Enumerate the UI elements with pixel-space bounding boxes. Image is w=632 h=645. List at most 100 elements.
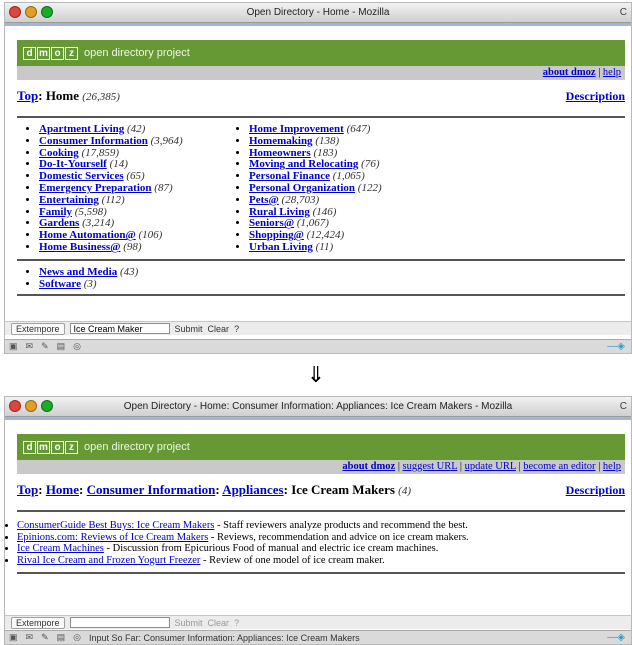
site-item: Ice Cream Machines - Discussion from Epi… xyxy=(17,543,625,555)
category-count: (106) xyxy=(138,229,163,242)
category-link[interactable]: Software xyxy=(39,278,81,290)
category-link[interactable]: Moving and Relocating xyxy=(249,158,358,170)
status-irc-icon[interactable]: ◎ xyxy=(73,341,81,352)
update-url-link[interactable]: update URL xyxy=(465,461,516,472)
breadcrumb-top-link[interactable]: Top xyxy=(17,482,38,497)
site-list-box: ConsumerGuide Best Buys: Ice Cream Maker… xyxy=(17,510,625,574)
category-link[interactable]: Homeowners xyxy=(249,147,311,159)
category-count: (65) xyxy=(126,170,145,183)
category-link[interactable]: Urban Living xyxy=(249,241,313,253)
extempore-input[interactable] xyxy=(69,617,170,628)
category-count: (146) xyxy=(312,205,337,218)
category-count: (647) xyxy=(346,123,371,135)
category-link[interactable]: Homemaking xyxy=(249,135,313,147)
site-count: (26,385) xyxy=(82,91,120,103)
status-nav-icon[interactable]: ▣ xyxy=(9,341,18,352)
category-list-left: Apartment Living (42) Consumer Informati… xyxy=(17,123,227,254)
category-count: (1,065) xyxy=(332,170,365,183)
category-link[interactable]: Home Business@ xyxy=(39,241,120,253)
browser-window-home: Open Directory - Home - Mozilla C d m o … xyxy=(4,2,632,354)
link-separator: | xyxy=(595,461,603,472)
site-link[interactable]: Epinions.com: Reviews of Ice Cream Maker… xyxy=(17,532,208,543)
title-bar[interactable]: Open Directory - Home - Mozilla C xyxy=(5,3,631,23)
category-count: (12,424) xyxy=(306,229,345,242)
toolbar-toggle[interactable]: C xyxy=(620,401,627,412)
category-link[interactable]: Emergency Preparation xyxy=(39,182,152,194)
category-link[interactable]: Rural Living xyxy=(249,206,310,218)
category-link[interactable]: Family xyxy=(39,206,72,218)
category-link[interactable]: Cooking xyxy=(39,147,79,159)
description-link[interactable]: Description xyxy=(566,89,625,104)
clear-button[interactable]: Clear xyxy=(208,324,230,334)
breadcrumb-consumer-link[interactable]: Consumer Information xyxy=(87,482,216,497)
category-link[interactable]: Entertaining xyxy=(39,194,99,206)
category-link[interactable]: News and Media xyxy=(39,266,117,278)
about-dmoz-link[interactable]: about dmoz xyxy=(342,461,395,472)
category-link[interactable]: Shopping@ xyxy=(249,229,304,241)
submit-button[interactable]: Submit xyxy=(175,618,203,628)
category-link[interactable]: Home Automation@ xyxy=(39,229,136,241)
extempore-label: Extempore xyxy=(11,616,65,629)
logo-letter: m xyxy=(37,46,50,60)
status-irc-icon[interactable]: ◎ xyxy=(73,632,81,643)
description-link[interactable]: Description xyxy=(566,483,625,498)
breadcrumb-separator: : xyxy=(38,88,46,103)
category-link[interactable]: Apartment Living xyxy=(39,123,124,135)
toolbar-toggle[interactable]: C xyxy=(620,7,627,18)
category-count: (87) xyxy=(154,181,173,194)
status-nav-icon[interactable]: ▣ xyxy=(9,632,18,643)
status-address-icon[interactable]: ▤ xyxy=(57,632,66,643)
category-link[interactable]: Home Improvement xyxy=(249,123,344,135)
breadcrumb-home-link[interactable]: Home xyxy=(46,482,79,497)
category-link[interactable]: Pets@ xyxy=(249,194,279,206)
category-count: (112) xyxy=(101,193,125,206)
category-link[interactable]: Do-It-Yourself xyxy=(39,158,107,170)
category-link[interactable]: Seniors@ xyxy=(249,217,294,229)
category-count: (11) xyxy=(315,240,334,253)
title-bar[interactable]: Open Directory - Home: Consumer Informat… xyxy=(5,397,631,417)
category-item: Urban Living (11) xyxy=(249,240,427,254)
status-mail-icon[interactable]: ✉ xyxy=(26,632,34,643)
site-link[interactable]: Rival Ice Cream and Frozen Yogurt Freeze… xyxy=(17,555,200,566)
dmoz-banner: d m o z open directory project xyxy=(17,434,625,460)
top-links-bar: about dmoz | suggest URL | update URL | … xyxy=(17,460,625,474)
help-link[interactable]: help xyxy=(603,67,621,78)
dmoz-logo[interactable]: d m o z xyxy=(23,440,78,454)
category-item: News and Media (43) xyxy=(39,266,625,279)
status-edit-icon[interactable]: ✎ xyxy=(41,632,49,643)
suggest-url-link[interactable]: suggest URL xyxy=(403,461,458,472)
link-separator: | xyxy=(595,67,603,78)
status-mail-icon[interactable]: ✉ xyxy=(26,341,34,352)
category-link[interactable]: Personal Organization xyxy=(249,182,355,194)
help-link[interactable]: help xyxy=(603,461,621,472)
help-button[interactable]: ? xyxy=(234,618,239,628)
extempore-input[interactable]: Ice Cream Maker xyxy=(69,323,170,334)
clear-button[interactable]: Clear xyxy=(208,618,230,628)
category-count: (138) xyxy=(315,134,340,147)
category-link[interactable]: Gardens xyxy=(39,217,79,229)
breadcrumb-top-link[interactable]: Top xyxy=(17,88,38,103)
category-count: (17,859) xyxy=(81,146,120,159)
category-link[interactable]: Personal Finance xyxy=(249,170,330,182)
status-address-icon[interactable]: ▤ xyxy=(57,341,66,352)
site-link[interactable]: ConsumerGuide Best Buys: Ice Cream Maker… xyxy=(17,520,214,531)
become-editor-link[interactable]: become an editor xyxy=(523,461,595,472)
breadcrumb-current: Home xyxy=(45,88,80,103)
breadcrumb-appliances-link[interactable]: Appliances xyxy=(222,482,283,497)
site-item: ConsumerGuide Best Buys: Ice Cream Maker… xyxy=(17,520,625,532)
link-separator: | xyxy=(395,461,403,472)
breadcrumb: Top: Home (26,385) xyxy=(17,88,120,104)
logo-letter: d xyxy=(23,46,36,60)
dmoz-logo[interactable]: d m o z xyxy=(23,46,78,60)
help-button[interactable]: ? xyxy=(234,324,239,334)
submit-button[interactable]: Submit xyxy=(175,324,203,334)
status-edit-icon[interactable]: ✎ xyxy=(41,341,49,352)
category-link[interactable]: Consumer Information xyxy=(39,135,148,147)
about-dmoz-link[interactable]: about dmoz xyxy=(543,67,596,78)
top-links-bar: about dmoz | help xyxy=(17,66,625,80)
breadcrumb-row: Top: Home (26,385) Description xyxy=(17,88,625,104)
site-link[interactable]: Ice Cream Machines xyxy=(17,543,104,554)
category-link[interactable]: Domestic Services xyxy=(39,170,124,182)
extra-category-box: News and Media (43) Software (3) xyxy=(17,261,625,297)
extempore-bar: Extempore Ice Cream Maker Submit Clear ? xyxy=(5,321,631,335)
